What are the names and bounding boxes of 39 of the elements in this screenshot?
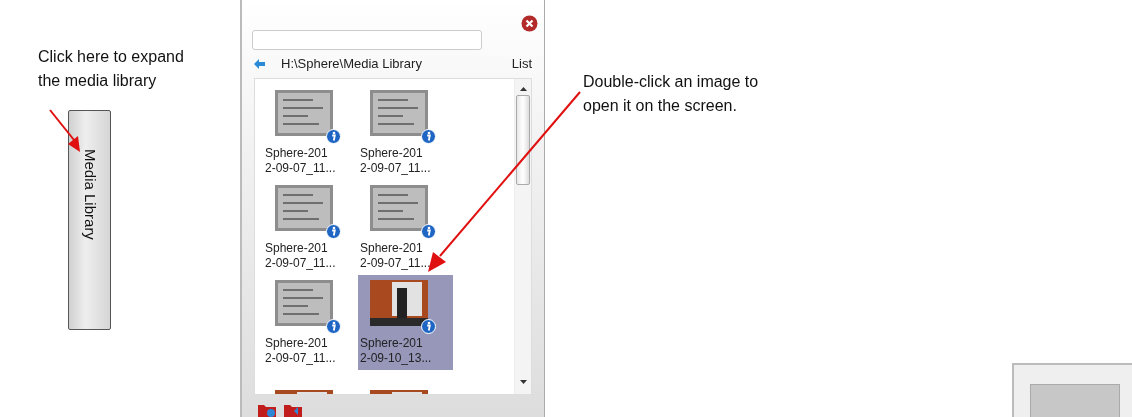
scroll-up-icon[interactable] xyxy=(519,86,527,91)
file-name: Sphere-201 xyxy=(360,146,424,162)
close-icon[interactable] xyxy=(521,15,538,32)
photo-placeholder xyxy=(275,90,333,137)
side-tab[interactable]: Media Library xyxy=(68,110,111,330)
media-item[interactable]: Sphere-201 2-09-07_11... xyxy=(263,274,358,370)
callout-text: Click here to expand the media library xyxy=(38,47,185,91)
search-field[interactable] xyxy=(252,30,482,50)
add-folder-icon[interactable] xyxy=(258,403,276,417)
photo-placeholder xyxy=(370,280,428,327)
scroll-down-icon[interactable] xyxy=(519,380,527,384)
photo-placeholder xyxy=(275,185,333,232)
back-arrow-icon[interactable] xyxy=(254,58,265,69)
file-name: Sphere-201 xyxy=(265,241,329,257)
folder-arrow-icon[interactable] xyxy=(284,403,302,417)
file-name: 2-09-07_11... xyxy=(360,161,432,177)
media-item[interactable]: Sphere-201 2-09-10_13... xyxy=(358,274,453,370)
photo-placeholder xyxy=(370,185,428,232)
media-item[interactable]: Sphere-201 2-09-07_11... xyxy=(358,179,453,275)
file-name: 2-09-07_11... xyxy=(360,256,432,272)
photo-placeholder xyxy=(370,90,428,137)
list-view-link[interactable]: List xyxy=(511,54,532,74)
path-label: H:\Sphere\Media Library xyxy=(281,55,423,74)
file-name: Sphere-201 xyxy=(265,146,329,162)
file-name: Sphere-201 xyxy=(360,336,424,352)
media-item[interactable]: Sphere-201 2-09-07_11... xyxy=(263,179,358,275)
callout-text: Double-click an image to open it on the screen. xyxy=(583,72,760,116)
file-name: 2-09-07_11... xyxy=(265,161,337,177)
scrollbar[interactable] xyxy=(514,78,531,394)
file-name: 2-09-07_11... xyxy=(265,256,337,272)
file-name: Sphere-201 xyxy=(360,241,424,257)
photo-placeholder xyxy=(275,280,333,327)
file-name: 2-09-10_13... xyxy=(360,351,433,367)
scroll-thumb[interactable] xyxy=(516,94,530,185)
file-name: Sphere-201 xyxy=(265,336,329,352)
media-item[interactable]: Sphere-201 2-09-07_11... xyxy=(358,84,453,180)
media-item[interactable]: Sphere-201 2-09-07_11... xyxy=(263,84,358,180)
info-icon[interactable] xyxy=(421,319,436,335)
file-name: 2-09-07_11... xyxy=(265,351,337,367)
